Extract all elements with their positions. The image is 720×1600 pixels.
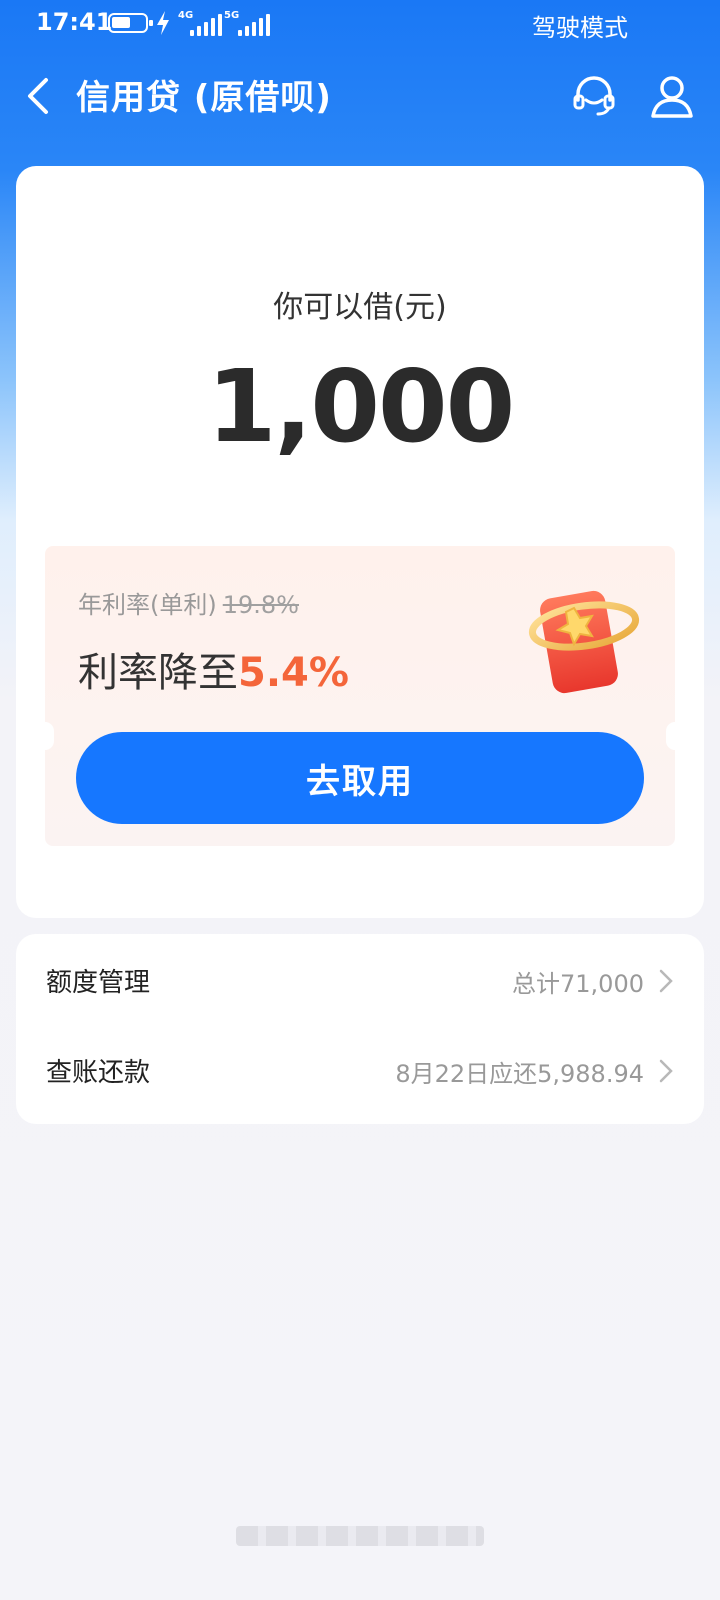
annual-rate-line: 年利率(单利) 19.8% — [78, 585, 299, 620]
signal-icon-2 — [238, 14, 270, 36]
back-icon[interactable] — [22, 72, 58, 120]
rate-reduced-line: 利率降至5.4% — [78, 640, 349, 698]
network-5g-label: 5G — [224, 10, 240, 21]
chevron-right-icon — [659, 1059, 673, 1083]
rate-reduced-text: 利率降至 — [78, 650, 238, 696]
new-rate: 5.4% — [238, 650, 349, 696]
user-icon[interactable] — [650, 72, 694, 120]
quota-value: 总计71,000 — [512, 970, 644, 998]
list-item-quota[interactable]: 额度管理 总计71,000 — [16, 934, 704, 1024]
borrow-amount: 1,000 — [206, 348, 515, 465]
use-rate-button[interactable]: 去取用 — [76, 732, 644, 824]
chevron-right-icon — [659, 969, 673, 993]
status-bar: 17:41 4G 5G 驾驶模式 — [0, 0, 720, 48]
signal-icon — [190, 14, 222, 36]
borrow-label: 你可以借(元) — [273, 290, 447, 325]
annual-rate-label: 年利率(单利) — [78, 591, 217, 619]
red-envelope-icon — [528, 590, 640, 694]
customer-service-icon[interactable] — [570, 72, 618, 120]
list-item-repay[interactable]: 查账还款 8月22日应还5,988.94 — [16, 1024, 704, 1114]
driving-mode-label[interactable]: 驾驶模式 — [532, 8, 628, 43]
repay-value: 8月22日应还5,988.94 — [395, 1060, 644, 1088]
charging-icon — [157, 11, 169, 35]
bottom-watermark — [236, 1526, 484, 1546]
account-list: 额度管理 总计71,000 查账还款 8月22日应还5,988.94 — [16, 934, 704, 1124]
ticket-notch-left — [36, 722, 54, 750]
page-title: 信用贷 (原借呗) — [76, 78, 332, 118]
quota-label: 额度管理 — [46, 968, 151, 998]
old-rate: 19.8% — [222, 591, 299, 619]
ticket-notch-right — [666, 722, 684, 750]
battery-icon — [108, 13, 153, 33]
status-time: 17:41 — [36, 8, 113, 36]
nav-bar: 信用贷 (原借呗) — [0, 48, 720, 144]
repay-label: 查账还款 — [46, 1058, 151, 1088]
